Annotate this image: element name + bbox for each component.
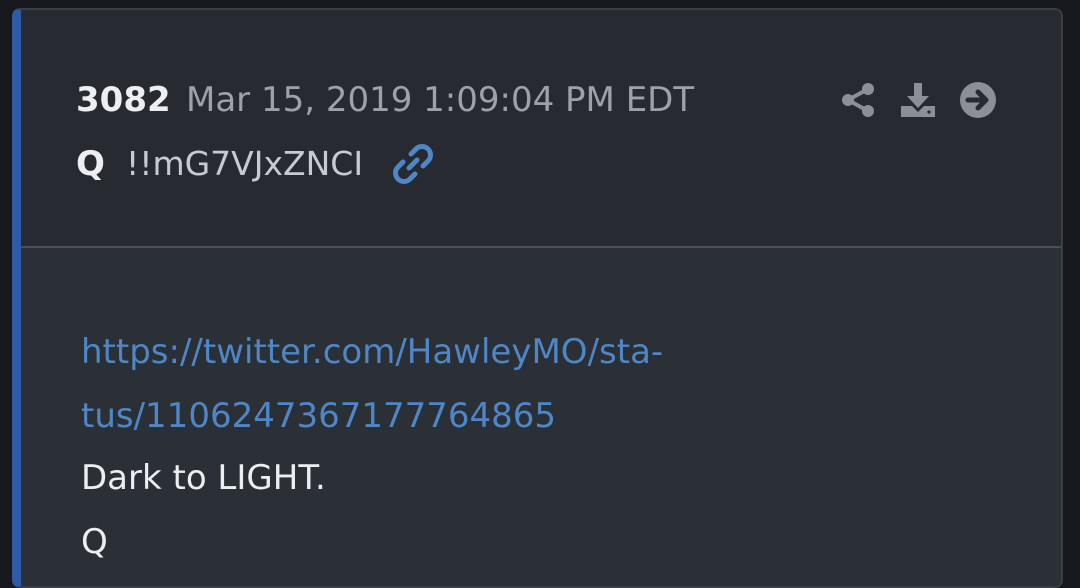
share-icon[interactable] [838, 80, 878, 120]
link-icon[interactable] [391, 142, 435, 186]
tweet-link-line-2: tus/1106247367177764865 [81, 396, 557, 436]
post-signature: Q [81, 522, 108, 562]
post-number[interactable]: 3082 [76, 80, 171, 120]
post-text-line: Dark to LIGHT. [81, 458, 326, 498]
download-icon[interactable] [898, 80, 938, 120]
tweet-link[interactable]: https://twitter.com/HawleyMO/sta- tus/11… [81, 320, 781, 448]
post-card: 3082 Mar 15, 2019 1:09:04 PM EDT Q !!mG7… [12, 8, 1063, 588]
post-author: Q [76, 144, 105, 184]
post-date: Mar 15, 2019 1:09:04 PM EDT [186, 80, 695, 120]
post-header: 3082 Mar 15, 2019 1:09:04 PM EDT Q !!mG7… [21, 10, 1061, 246]
tweet-link-line-1: https://twitter.com/HawleyMO/sta- [81, 332, 664, 372]
post-tripcode: !!mG7VJxZNCI [126, 144, 364, 183]
arrow-right-icon[interactable] [958, 80, 998, 120]
